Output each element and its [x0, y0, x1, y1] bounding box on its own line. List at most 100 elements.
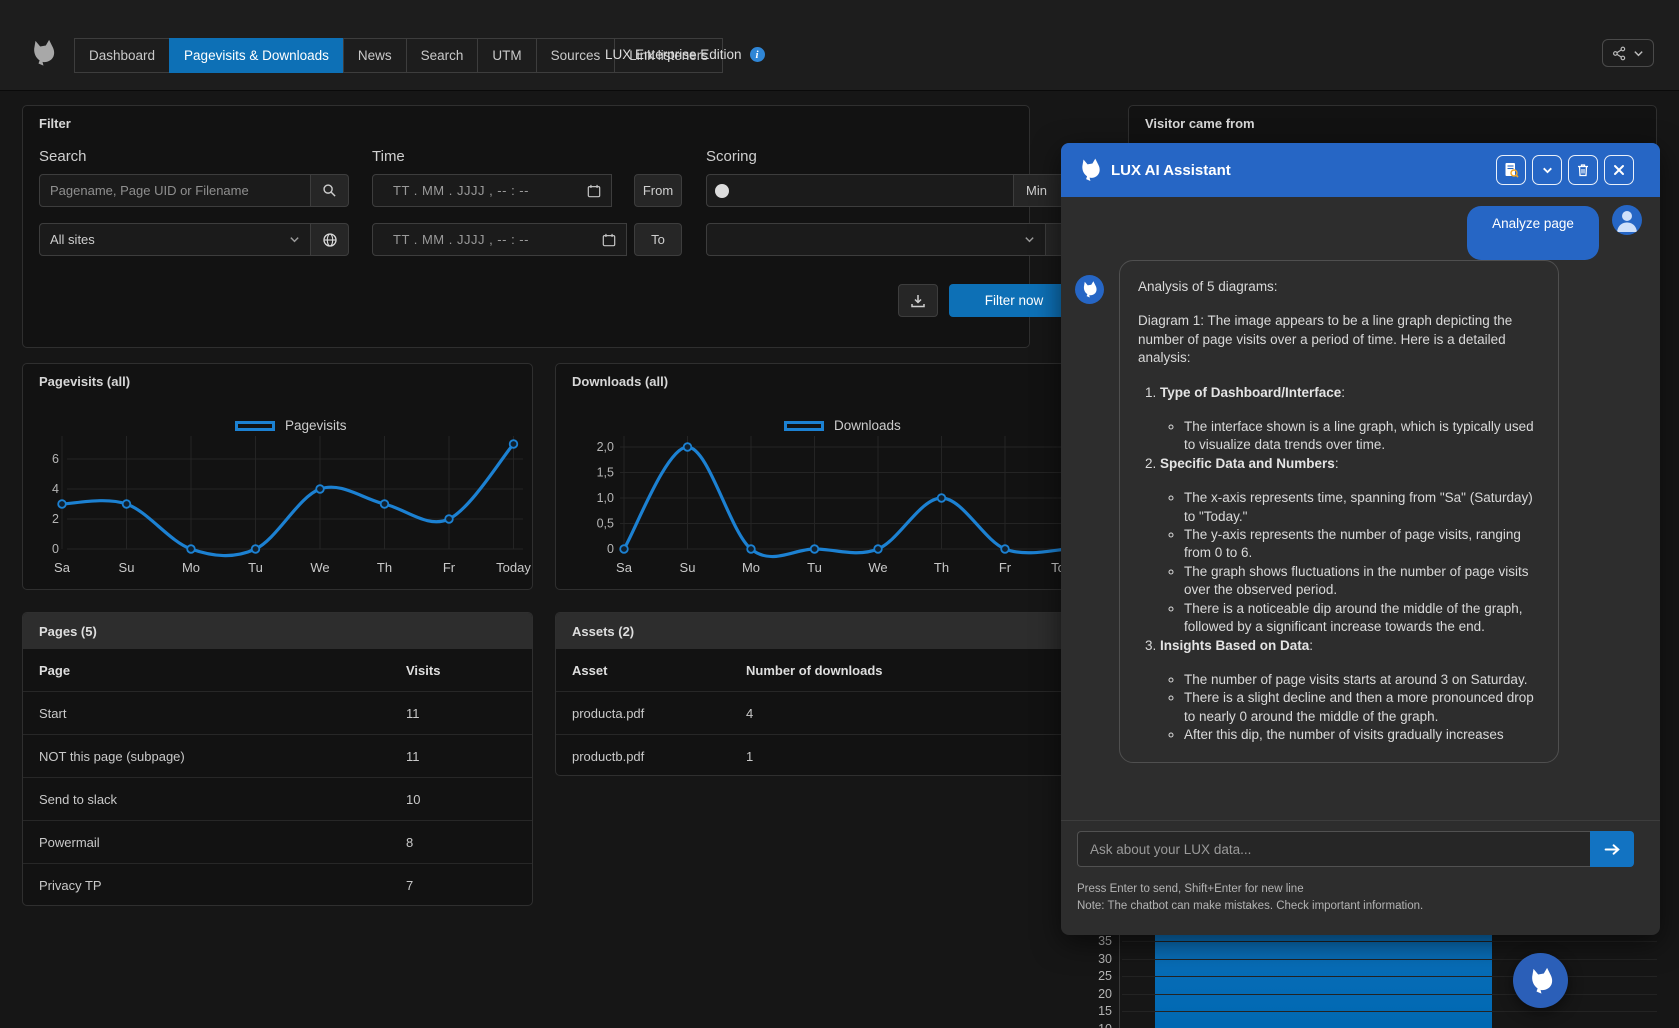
tab-dashboard[interactable]: Dashboard — [74, 38, 170, 73]
filter-title: Filter — [39, 116, 71, 131]
table-header-row: Asset Number of downloads — [556, 649, 1099, 691]
svg-text:We: We — [868, 560, 887, 575]
visitor-panel-title: Visitor came from — [1145, 116, 1255, 131]
table-row: Privacy TP7 — [23, 863, 532, 906]
close-chat-button[interactable] — [1604, 155, 1634, 185]
chat-title: LUX AI Assistant — [1111, 162, 1231, 179]
user-message-bubble: Analyze page — [1467, 206, 1599, 260]
analysis-item-title: Specific Data and Numbers — [1160, 456, 1335, 471]
clear-chat-button[interactable] — [1568, 155, 1598, 185]
gridline — [1122, 941, 1657, 942]
time-label: Time — [372, 148, 405, 165]
svg-text:2: 2 — [52, 512, 59, 526]
table-cell: 11 — [390, 749, 532, 764]
tab-sources[interactable]: Sources — [536, 38, 616, 73]
app-window: DashboardPagevisits & DownloadsNewsSearc… — [0, 0, 1679, 1028]
table-row: Send to slack10 — [23, 777, 532, 820]
pagevisits-chart-panel: Pagevisits (all) Pagevisits 0246SaSuMoTu… — [22, 363, 533, 590]
analysis-bullet: After this dip, the number of visits gra… — [1184, 726, 1540, 744]
date-to-placeholder: TT . MM . JJJJ , -- : -- — [383, 232, 529, 247]
date-to-input[interactable]: TT . MM . JJJJ , -- : -- — [372, 223, 627, 256]
table-cell: productb.pdf — [556, 749, 730, 764]
svg-text:0: 0 — [52, 542, 59, 556]
svg-text:Mo: Mo — [742, 560, 760, 575]
calendar-icon[interactable] — [587, 184, 601, 198]
svg-text:0: 0 — [607, 542, 614, 556]
analysis-bullet: The graph shows fluctuations in the numb… — [1184, 563, 1540, 600]
chevron-down-icon — [1633, 48, 1644, 59]
calendar-icon[interactable] — [602, 233, 616, 247]
table-header-row: Page Visits — [23, 649, 532, 691]
chevron-down-icon — [289, 234, 300, 245]
assistant-intro: Analysis of 5 diagrams: — [1138, 278, 1540, 296]
svg-text:Sa: Sa — [54, 560, 71, 575]
assistant-message-bubble: Analysis of 5 diagrams: Diagram 1: The i… — [1119, 260, 1559, 763]
lux-lynx-logo-icon — [28, 36, 58, 70]
gridline — [1122, 994, 1657, 995]
chat-input[interactable] — [1077, 831, 1590, 867]
info-icon[interactable]: i — [750, 47, 765, 62]
lynx-logo-icon — [1077, 157, 1103, 183]
date-from-input[interactable]: TT . MM . JJJJ , -- : -- — [372, 174, 612, 207]
bar-chart-ytick: 10 — [1072, 1022, 1112, 1028]
table-cell: 11 — [390, 706, 532, 721]
table-row: productb.pdf1 — [556, 734, 1099, 777]
column-header: Asset — [556, 663, 730, 678]
chat-fab-button[interactable] — [1513, 953, 1568, 1008]
tab-search[interactable]: Search — [406, 38, 479, 73]
send-button[interactable] — [1590, 831, 1634, 867]
chevron-down-icon — [1024, 234, 1035, 245]
scoring-slider[interactable] — [706, 174, 1014, 207]
chat-footer: Press Enter to send, Shift+Enter for new… — [1061, 820, 1660, 935]
analysis-item-title: Type of Dashboard/Interface — [1160, 385, 1341, 400]
chat-note: Note: The chatbot can make mistakes. Che… — [1077, 900, 1423, 912]
table-row: Powermail8 — [23, 820, 532, 863]
search-button[interactable] — [311, 174, 349, 207]
analysis-bullet: There is a noticeable dip around the mid… — [1184, 600, 1540, 637]
search-label: Search — [39, 148, 87, 165]
date-from-addon-label: From — [634, 174, 682, 207]
table-cell: Send to slack — [23, 792, 390, 807]
site-select-value: All sites — [50, 232, 95, 247]
analyze-page-button[interactable] — [1496, 155, 1526, 185]
lynx-logo-icon — [1080, 280, 1099, 299]
table-cell: 1 — [730, 749, 1099, 764]
search-input[interactable] — [39, 174, 311, 207]
scoring-slider-knob[interactable] — [715, 184, 729, 198]
export-button[interactable] — [898, 284, 938, 317]
table-cell: Start — [23, 706, 390, 721]
chevron-down-icon — [1541, 164, 1554, 177]
search-icon — [322, 183, 337, 198]
minimize-chat-button[interactable] — [1532, 155, 1562, 185]
document-analyze-icon — [1503, 162, 1519, 178]
table-cell: NOT this page (subpage) — [23, 749, 390, 764]
user-avatar — [1612, 205, 1642, 235]
column-header: Page — [23, 663, 390, 678]
table-cell: Powermail — [23, 835, 390, 850]
svg-text:Th: Th — [377, 560, 392, 575]
scoring-label: Scoring — [706, 148, 757, 165]
filter-panel: Filter Search All sites — [22, 105, 1030, 348]
globe-icon — [322, 232, 338, 248]
edition-label: LUX Enterprise Edition — [605, 47, 742, 62]
site-select[interactable]: All sites — [39, 223, 311, 256]
svg-text:Su: Su — [119, 560, 135, 575]
table-row: producta.pdf4 — [556, 691, 1099, 734]
table-row: Start11 — [23, 691, 532, 734]
tab-pagevisits-downloads[interactable]: Pagevisits & Downloads — [169, 38, 344, 73]
bar-chart-ytick: 30 — [1072, 952, 1112, 966]
svg-text:Today: Today — [496, 560, 531, 575]
scoring-select[interactable] — [706, 223, 1046, 256]
share-menu-button[interactable] — [1602, 39, 1654, 67]
analysis-bullet: The y-axis represents the number of page… — [1184, 526, 1540, 563]
filter-now-button[interactable]: Filter now — [949, 284, 1079, 317]
gridline — [1122, 1011, 1657, 1012]
tab-utm[interactable]: UTM — [477, 38, 536, 73]
download-icon — [910, 293, 926, 309]
share-icon — [1612, 46, 1627, 61]
tab-news[interactable]: News — [343, 38, 407, 73]
site-globe-button[interactable] — [311, 223, 349, 256]
svg-text:4: 4 — [52, 482, 59, 496]
lynx-logo-icon — [1526, 966, 1556, 996]
bar-chart-ytick: 20 — [1072, 987, 1112, 1001]
